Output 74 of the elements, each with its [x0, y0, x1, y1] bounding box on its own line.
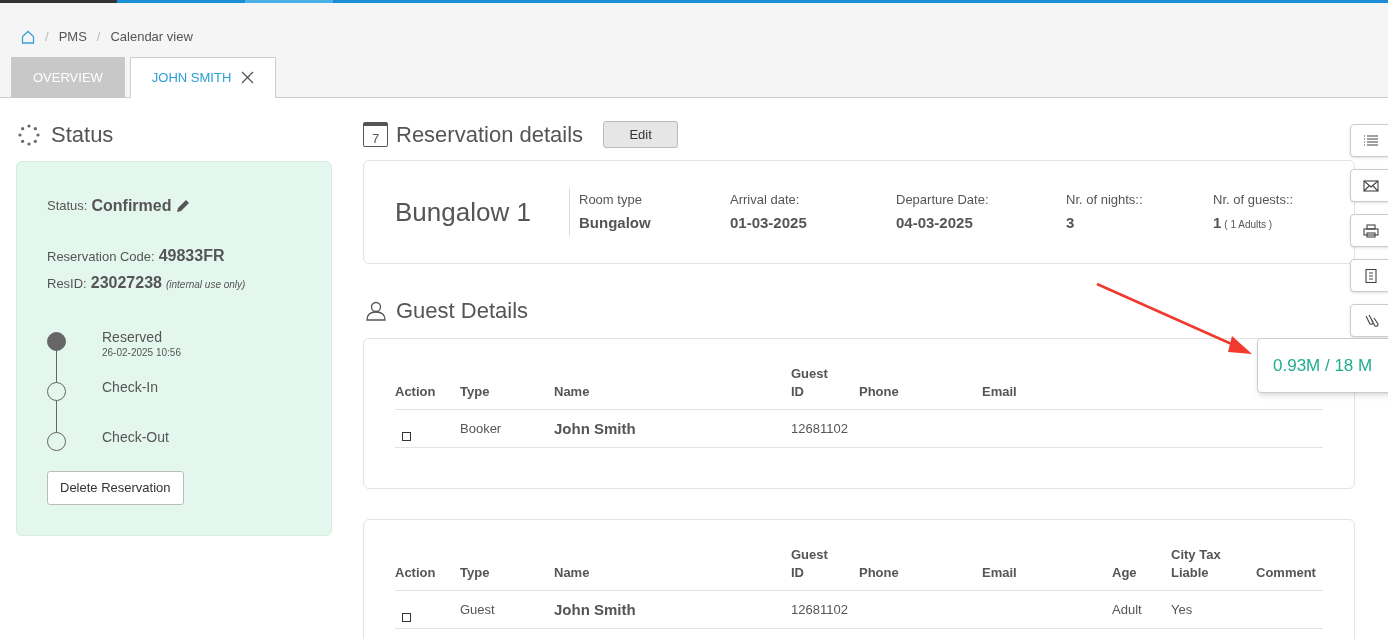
table-cell-text: 12681102	[791, 420, 849, 438]
code-label: Reservation Code:	[47, 248, 155, 266]
table-cell-text: Booker	[460, 420, 503, 438]
side-button[interactable]	[1350, 124, 1388, 157]
list-icon	[1363, 133, 1379, 148]
resid-label: ResID:	[47, 275, 87, 293]
field-value: Bungalow	[579, 213, 651, 233]
side-button[interactable]	[1350, 259, 1388, 292]
column-header: Guest ID	[791, 546, 829, 582]
table-cell-text: Yes	[1171, 601, 1194, 619]
field-label: Nr. of guests::	[1213, 190, 1295, 209]
breadcrumb-link[interactable]: PMS	[58, 27, 87, 47]
table-cell-text: Adult	[1112, 601, 1143, 619]
close-icon[interactable]	[241, 71, 255, 84]
table-cell-text: Guest	[460, 601, 496, 619]
edit-button[interactable]: Edit	[603, 121, 679, 148]
guest-name: John Smith	[554, 419, 637, 439]
guest-name: John Smith	[554, 600, 637, 620]
breadcrumb-separator: /	[96, 28, 101, 46]
status-label: Status:	[47, 197, 88, 216]
field-value: 1	[1213, 213, 1222, 233]
field-label: Room type	[579, 190, 643, 209]
column-header: Name	[554, 564, 591, 582]
room-name: Bungalow 1	[395, 195, 532, 229]
calendar-icon: 7	[363, 122, 388, 147]
field-value: 04-03-2025	[896, 213, 973, 233]
column-header: Comment	[1256, 564, 1317, 582]
timeline-label: Check-Out	[102, 429, 169, 445]
column-header: Guest ID	[791, 365, 829, 401]
column-header: Name	[554, 383, 591, 401]
column-header: Phone	[859, 383, 900, 401]
breadcrumb-link[interactable]: Calendar view	[110, 27, 193, 47]
timeline-label: Reserved	[102, 329, 163, 345]
field-value: 3	[1066, 213, 1075, 233]
pencil-icon[interactable]	[175, 198, 192, 214]
column-header: Type	[460, 383, 491, 401]
spinner-icon	[18, 123, 40, 146]
field-value: 01-03-2025	[730, 213, 807, 233]
status-value: Confirmed	[91, 196, 172, 216]
delete-button[interactable]: Delete Reservation	[47, 470, 184, 505]
side-button[interactable]	[1350, 304, 1388, 337]
resid-value: 23027238	[90, 273, 162, 293]
column-header: Email	[982, 564, 1018, 582]
printer-icon	[1363, 223, 1379, 238]
breadcrumb-separator: /	[45, 28, 49, 46]
side-button[interactable]	[1350, 169, 1388, 202]
column-header: Age	[1112, 564, 1138, 582]
section-title: Guest Details	[396, 297, 529, 325]
field-label: Nr. of nights::	[1066, 190, 1144, 209]
column-header: Phone	[859, 564, 900, 582]
column-header: Email	[982, 383, 1018, 401]
home-icon[interactable]	[21, 29, 35, 44]
side-button[interactable]	[1350, 214, 1388, 247]
field-label: Arrival date:	[730, 190, 801, 209]
column-header: Action	[395, 564, 437, 582]
column-header: Type	[460, 564, 491, 582]
section-title: Reservation details	[396, 121, 584, 149]
memory-popup: 0.93M / 18 M	[1257, 338, 1388, 393]
section-title: Status	[51, 121, 114, 149]
reservation-code: 49833FR	[158, 246, 225, 266]
mail-icon	[1363, 178, 1379, 193]
table-cell-text: 12681102	[791, 601, 849, 619]
checkbox[interactable]	[402, 613, 411, 622]
paperclip-icon	[1363, 313, 1379, 328]
column-header: City Tax Liable	[1171, 546, 1222, 582]
timeline-label: Check-In	[102, 379, 159, 395]
column-header: Action	[395, 383, 437, 401]
field-label: Departure Date:	[896, 190, 990, 209]
resid-note: (internal use only)	[165, 278, 246, 292]
field-note: ( 1 Adults )	[1224, 218, 1273, 232]
document-icon	[1363, 268, 1379, 283]
user-icon	[366, 300, 386, 321]
checkbox[interactable]	[402, 432, 411, 441]
timeline-time: 26-02-2025 10:56	[102, 346, 181, 360]
